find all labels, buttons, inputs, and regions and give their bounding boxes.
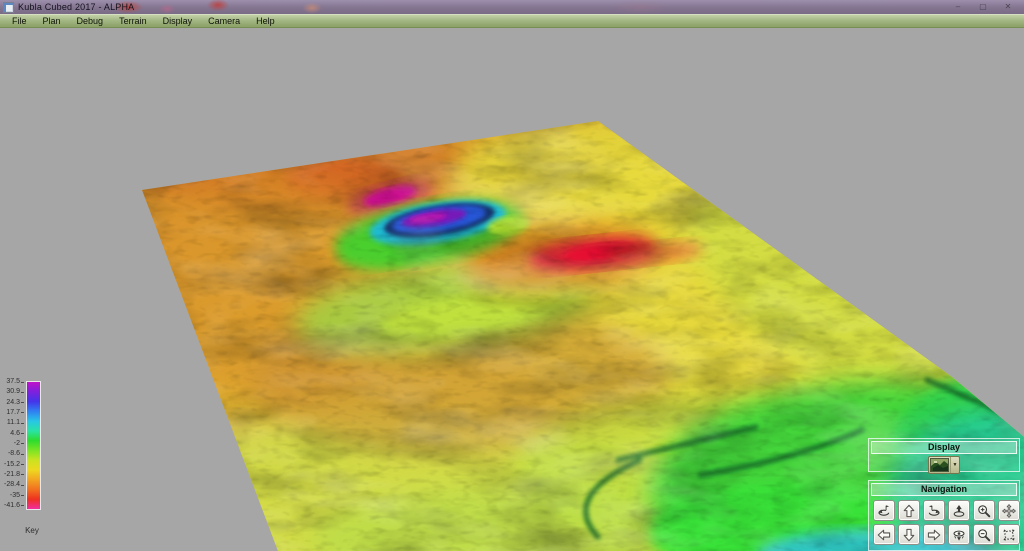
orbit-left-icon: [876, 503, 892, 519]
dropdown-caret-icon: ▼: [950, 457, 959, 473]
elevation-key: 37.5 30.9 24.3 17.7 11.1 4.6 -2 -8.6 -15…: [0, 378, 60, 538]
orbit-right-icon: [926, 503, 942, 519]
zoom-in-button[interactable]: [973, 500, 995, 521]
move-left-button[interactable]: [873, 524, 895, 545]
move-up-button[interactable]: [898, 500, 920, 521]
app-icon: [3, 2, 14, 13]
key-tick: -21.8: [0, 471, 24, 479]
key-tick: -28.4: [0, 481, 24, 489]
navigation-panel: Navigation: [868, 480, 1020, 551]
viewport-3d[interactable]: 37.5 30.9 24.3 17.7 11.1 4.6 -2 -8.6 -15…: [0, 28, 1024, 551]
maximize-button[interactable]: ▢: [977, 1, 989, 13]
key-label: Key: [12, 526, 52, 535]
arrow-left-icon: [876, 527, 892, 543]
orbit-right-button[interactable]: [923, 500, 945, 521]
display-panel-title: Display: [871, 441, 1017, 454]
key-tick: -41.6: [0, 502, 24, 510]
window-controls: – ▢ ✕: [952, 1, 1024, 13]
navigation-panel-title: Navigation: [871, 483, 1017, 496]
move-right-button[interactable]: [923, 524, 945, 545]
move-down-button[interactable]: [898, 524, 920, 545]
pan-icon: [1001, 503, 1017, 519]
arrow-down-icon: [901, 527, 917, 543]
tilt-up-icon: [951, 503, 967, 519]
pan-button[interactable]: [998, 500, 1020, 521]
key-tick: 4.6: [0, 430, 24, 438]
key-tick-labels: 37.5 30.9 24.3 17.7 11.1 4.6 -2 -8.6 -15…: [0, 378, 24, 510]
menu-item-debug[interactable]: Debug: [69, 15, 112, 27]
key-tick: -35: [0, 492, 24, 500]
key-gradient-bar: [26, 381, 41, 510]
menu-item-camera[interactable]: Camera: [200, 15, 248, 27]
zoom-out-button[interactable]: [973, 524, 995, 545]
orbit-left-button[interactable]: [873, 500, 895, 521]
display-panel: Display ▼: [868, 438, 1020, 472]
display-mode-dropdown[interactable]: ▼: [928, 456, 960, 474]
terrain-thumbnail-icon: [930, 458, 949, 472]
key-tick: 37.5: [0, 378, 24, 386]
navigation-buttons: [869, 498, 1019, 545]
free-orbit-icon: [1001, 527, 1017, 543]
free-orbit-button[interactable]: [998, 524, 1020, 545]
title-bar: Kubla Cubed 2017 - ALPHA – ▢ ✕: [0, 0, 1024, 15]
menu-item-help[interactable]: Help: [248, 15, 283, 27]
key-tick: -2: [0, 440, 24, 448]
menu-item-plan[interactable]: Plan: [35, 15, 69, 27]
menu-item-display[interactable]: Display: [155, 15, 201, 27]
key-tick: 11.1: [0, 419, 24, 427]
tilt-down-button[interactable]: [948, 524, 970, 545]
minimize-button[interactable]: –: [952, 1, 964, 13]
arrow-up-icon: [901, 503, 917, 519]
menu-item-terrain[interactable]: Terrain: [111, 15, 155, 27]
tilt-up-button[interactable]: [948, 500, 970, 521]
zoom-out-icon: [976, 527, 992, 543]
menu-bar: FilePlanDebugTerrainDisplayCameraHelp: [0, 14, 1024, 28]
key-tick: -15.2: [0, 461, 24, 469]
key-tick: 17.7: [0, 409, 24, 417]
menu-item-file[interactable]: File: [4, 15, 35, 27]
close-button[interactable]: ✕: [1002, 1, 1014, 13]
key-tick: 30.9: [0, 388, 24, 396]
tilt-down-icon: [951, 527, 967, 543]
key-tick: 24.3: [0, 399, 24, 407]
key-tick: -8.6: [0, 450, 24, 458]
arrow-right-icon: [926, 527, 942, 543]
window-title: Kubla Cubed 2017 - ALPHA: [18, 1, 134, 14]
zoom-in-icon: [976, 503, 992, 519]
